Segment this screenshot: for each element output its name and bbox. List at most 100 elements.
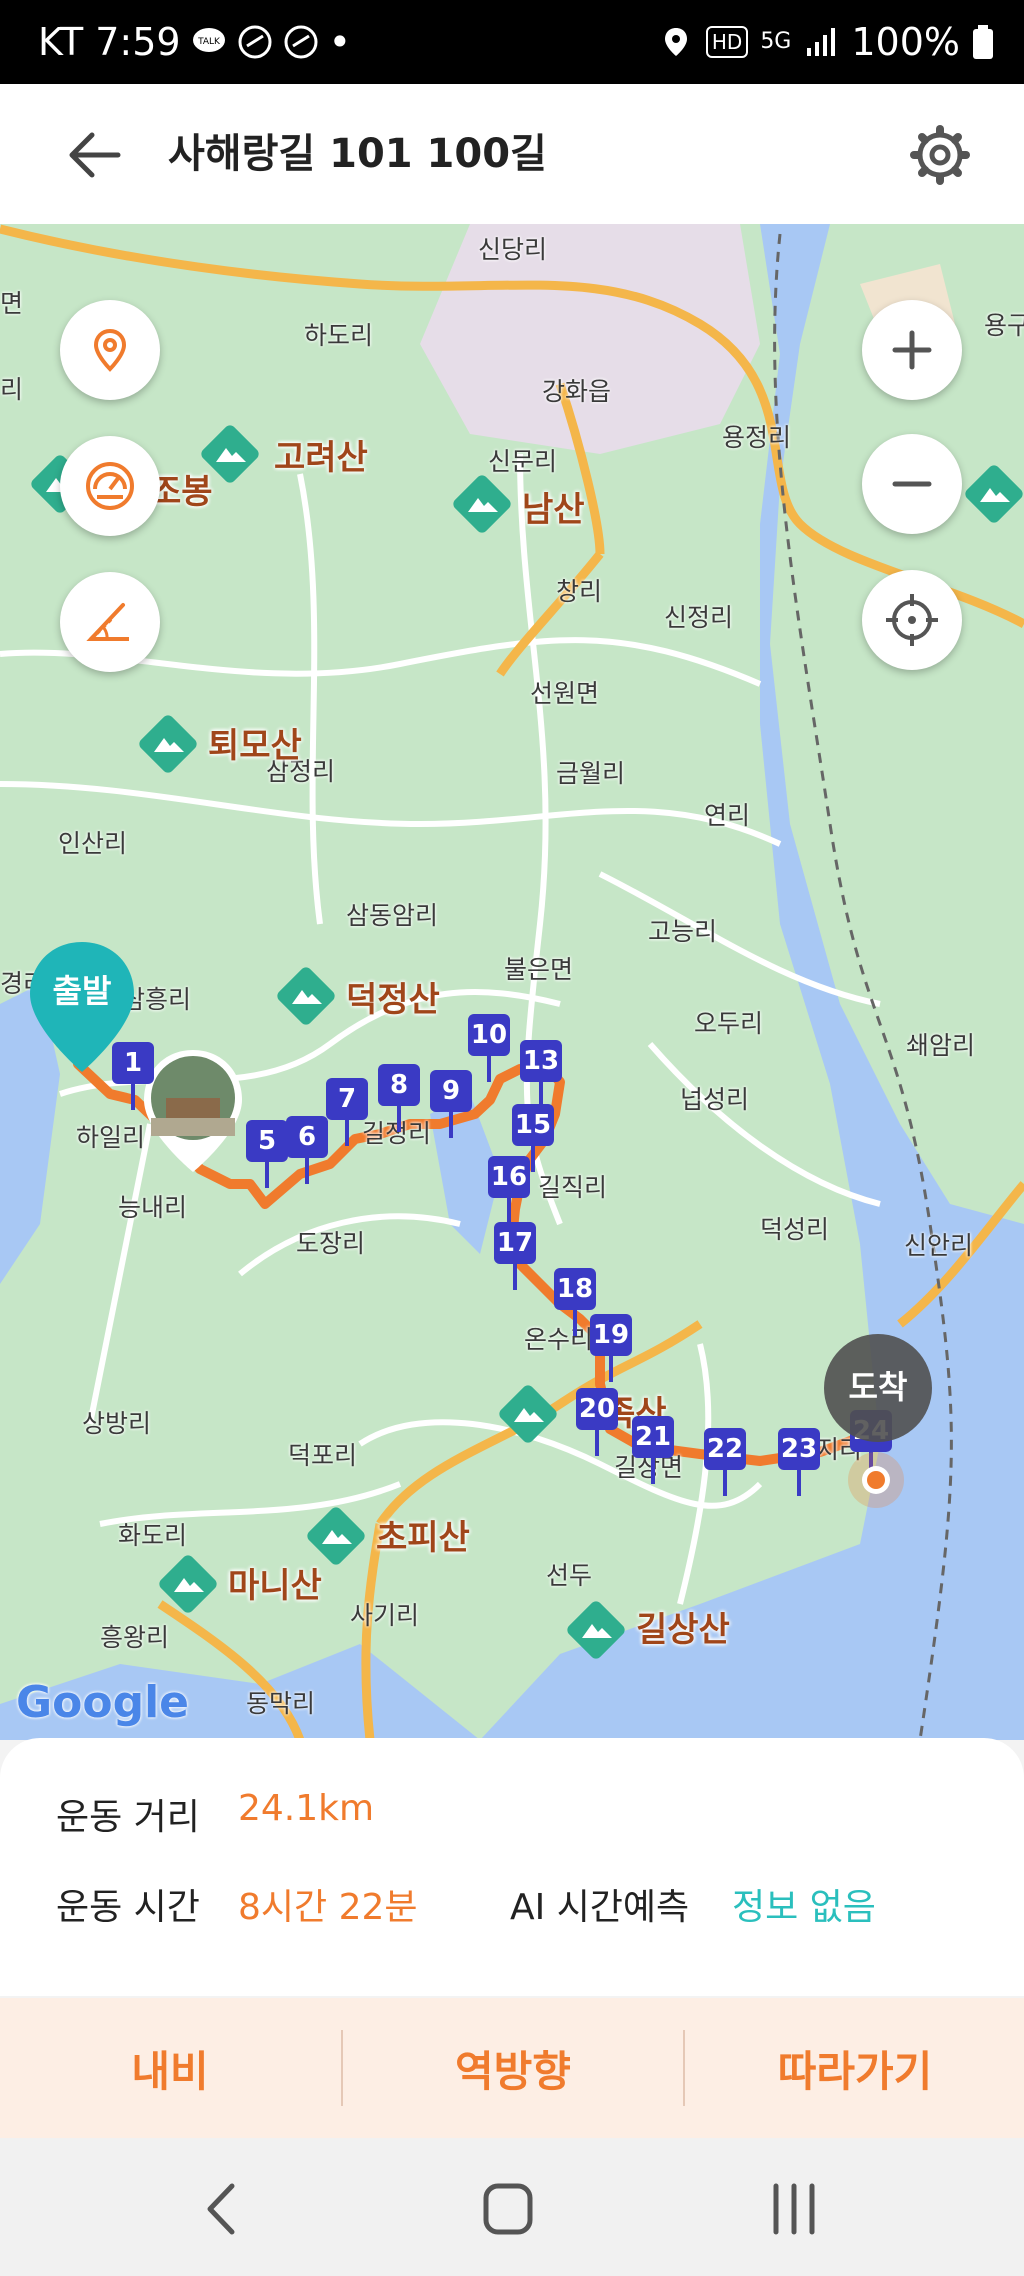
waypoint-13[interactable]: 13 <box>520 1040 562 1108</box>
speedometer-icon <box>86 462 134 510</box>
place-label: 신문리 <box>488 447 558 476</box>
mountain-label: 마니산 <box>228 1566 322 1606</box>
current-location-button[interactable] <box>862 570 962 670</box>
system-nav-bar <box>0 2138 1024 2276</box>
walk-icon-2 <box>284 25 318 59</box>
place-label: 덕성리 <box>760 1215 830 1244</box>
battery-text: 100% <box>851 20 960 64</box>
slope-button[interactable] <box>60 572 160 672</box>
waypoint-17[interactable]: 17 <box>494 1222 536 1290</box>
location-pin-button[interactable] <box>60 300 160 400</box>
place-label: 하도리 <box>304 321 374 350</box>
waypoint-18[interactable]: 18 <box>554 1268 596 1336</box>
place-label: 신당리 <box>478 235 548 264</box>
waypoint-16[interactable]: 16 <box>488 1156 530 1224</box>
place-label: 면 <box>0 289 24 318</box>
nav-home-button[interactable] <box>468 2174 548 2244</box>
navi-button[interactable]: 내비 <box>0 1998 340 2138</box>
nav-back-button[interactable] <box>182 2174 262 2244</box>
plus-icon <box>892 330 932 370</box>
place-label: 삼동암리 <box>346 901 439 930</box>
battery-icon <box>973 25 993 59</box>
distance-label: 운동 거리 <box>56 1797 200 1838</box>
mountain-icon <box>138 714 198 774</box>
follow-button[interactable]: 따라가기 <box>685 1998 1024 2138</box>
time-label: 운동 시간 <box>56 1887 200 1928</box>
mountain-icon <box>306 1506 366 1566</box>
page-title: 사해랑길 101 100길 <box>168 131 547 177</box>
waypoint-10[interactable]: 10 <box>468 1014 510 1082</box>
waypoint-15[interactable]: 15 <box>512 1104 554 1172</box>
ai-prediction-label: AI 시간예측 <box>510 1887 690 1928</box>
waypoint-23[interactable]: 23 <box>778 1428 820 1496</box>
route-info-panel: 운동 거리 24.1km 운동 시간 8시간 22분 AI 시간예측 정보 없음 <box>0 1738 1024 1996</box>
zoom-in-button[interactable] <box>862 300 962 400</box>
waypoint-21[interactable]: 21 <box>632 1416 674 1484</box>
back-button[interactable] <box>58 120 138 190</box>
place-label: 상방리 <box>82 1409 152 1438</box>
mountain-icon <box>498 1384 558 1444</box>
nav-recents-icon <box>773 2183 815 2235</box>
signal-icon <box>807 28 836 56</box>
slope-icon <box>86 603 129 641</box>
place-label: 온수리 <box>524 1325 594 1354</box>
zoom-out-button[interactable] <box>862 434 962 534</box>
place-label: 불은면 <box>504 955 574 984</box>
mountain-label: 퇴모산 <box>208 726 302 766</box>
back-arrow-icon <box>69 132 121 178</box>
place-label: 고능리 <box>648 917 718 946</box>
place-label: 연리 <box>704 801 751 830</box>
place-label: 능내리 <box>118 1193 188 1222</box>
waypoint-8[interactable]: 8 <box>378 1064 420 1132</box>
place-label: 하일리 <box>76 1123 146 1152</box>
place-label: 사기리 <box>350 1601 420 1630</box>
mountain-label: 고려산 <box>274 438 368 478</box>
waypoint-6[interactable]: 6 <box>286 1116 328 1184</box>
gear-icon <box>910 125 970 185</box>
start-label: 출발 <box>52 972 112 1010</box>
nav-home-icon <box>483 2183 533 2235</box>
waypoint-1[interactable]: 1 <box>112 1042 154 1110</box>
place-label: 용구 <box>984 311 1024 340</box>
waypoint-5[interactable]: 5 <box>246 1120 288 1188</box>
current-location-dot <box>846 1450 906 1510</box>
nav-recents-button[interactable] <box>754 2174 834 2244</box>
mountain-label: 길상산 <box>636 1610 730 1650</box>
waypoint-7[interactable]: 7 <box>326 1078 368 1146</box>
distance-value: 24.1km <box>238 1788 375 1829</box>
end-marker[interactable]: 도착 <box>822 1332 934 1444</box>
time-value: 8시간 22분 <box>238 1887 418 1928</box>
mountain-label: 덕정산 <box>346 980 440 1020</box>
place-label: 강화읍 <box>542 377 612 406</box>
crosshair-icon <box>886 594 938 646</box>
speedometer-button[interactable] <box>60 436 160 536</box>
google-logo: Google <box>16 1677 189 1728</box>
status-bar: KT 7:59 TALK • HD 5G 100% <box>0 0 1024 84</box>
waypoint-9[interactable]: 9 <box>430 1070 472 1138</box>
talk-icon: TALK <box>192 28 225 52</box>
settings-button[interactable] <box>900 120 980 190</box>
mountain-icon <box>158 1554 218 1614</box>
map-view[interactable]: 신당리 면 하도리 강화읍 용정리 용구 신문리 리 창리 신정리 선원면 삼정… <box>0 224 1024 1740</box>
place-label: 신안리 <box>904 1231 974 1260</box>
reverse-button[interactable]: 역방향 <box>343 1998 683 2138</box>
place-label: 도장리 <box>296 1229 366 1258</box>
svg-text:TALK: TALK <box>197 37 221 47</box>
place-label: 덕포리 <box>288 1441 358 1470</box>
place-label: 용정리 <box>722 423 792 452</box>
photo-marker[interactable] <box>138 1046 248 1176</box>
mountain-icon <box>276 966 336 1026</box>
place-label: 선두 <box>546 1561 593 1590</box>
waypoint-20[interactable]: 20 <box>576 1388 618 1456</box>
action-bar: 내비 역방향 따라가기 <box>0 1998 1024 2138</box>
mountain-icon <box>452 474 512 534</box>
end-label: 도착 <box>848 1368 908 1406</box>
mountain-label: 남산 <box>522 490 585 530</box>
nav-back-icon <box>207 2183 235 2235</box>
waypoint-19[interactable]: 19 <box>590 1314 632 1382</box>
google-logo-text: Google <box>16 1677 189 1728</box>
minus-icon <box>892 481 932 487</box>
location-pin-icon <box>93 328 127 372</box>
place-label: 신정리 <box>664 603 734 632</box>
waypoint-22[interactable]: 22 <box>704 1428 746 1496</box>
